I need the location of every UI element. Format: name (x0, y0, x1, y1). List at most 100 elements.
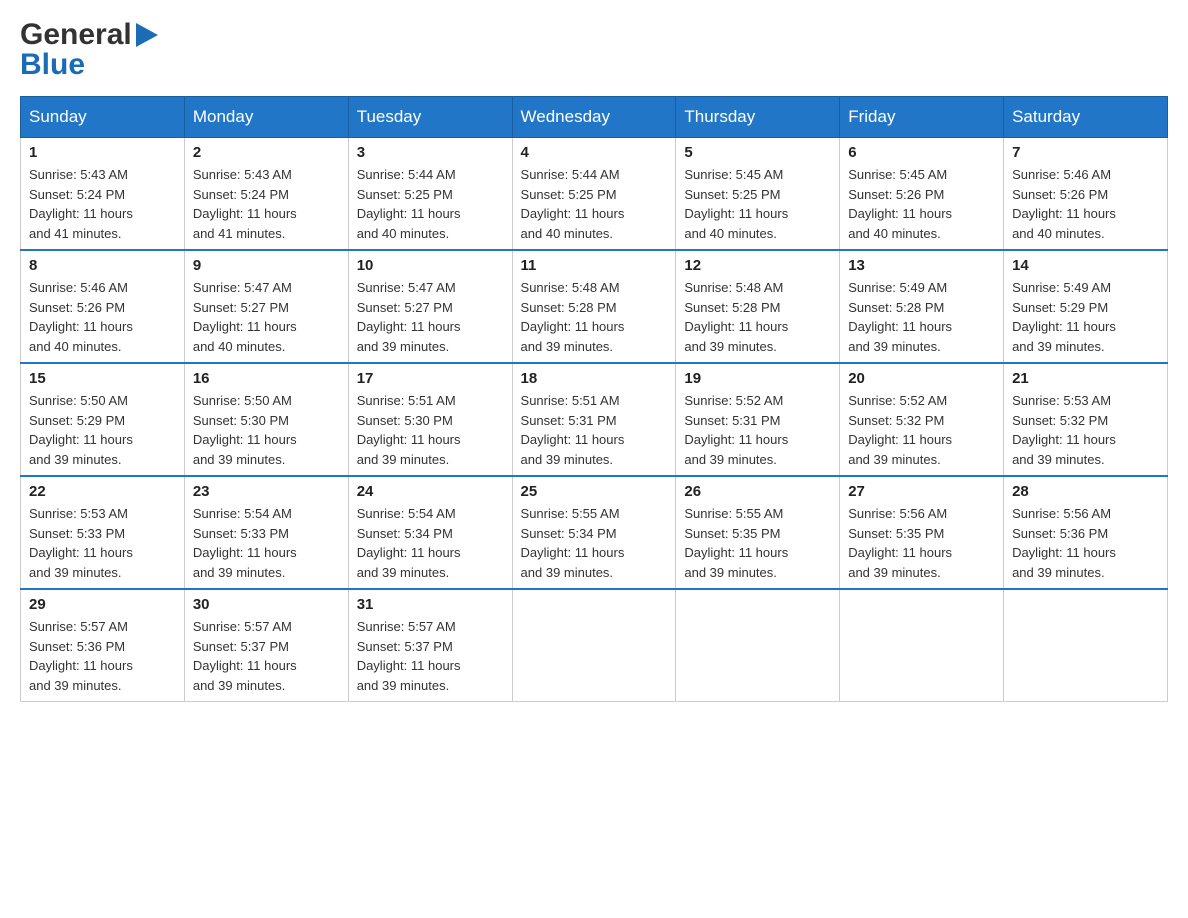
weekday-header-row: SundayMondayTuesdayWednesdayThursdayFrid… (21, 97, 1168, 138)
day-number: 10 (357, 257, 504, 274)
day-info: Sunrise: 5:49 AMSunset: 5:29 PMDaylight:… (1012, 278, 1159, 356)
day-info: Sunrise: 5:55 AMSunset: 5:34 PMDaylight:… (521, 504, 668, 582)
calendar-cell: 16Sunrise: 5:50 AMSunset: 5:30 PMDayligh… (184, 363, 348, 476)
weekday-header-tuesday: Tuesday (348, 97, 512, 138)
day-number: 23 (193, 483, 340, 500)
calendar-cell: 5 Sunrise: 5:45 AMSunset: 5:25 PMDaylight… (676, 138, 840, 251)
day-number: 26 (684, 483, 831, 500)
day-info: Sunrise: 5:57 AMSunset: 5:36 PMDaylight:… (29, 617, 176, 695)
day-info: Sunrise: 5:45 AMSunset: 5:25 PMDaylight:… (684, 165, 831, 243)
day-info: Sunrise: 5:51 AMSunset: 5:30 PMDaylight:… (357, 391, 504, 469)
calendar-cell: 30 Sunrise: 5:57 AMSunset: 5:37 PMDayligh… (184, 589, 348, 702)
day-number: 12 (684, 257, 831, 274)
day-number: 5 (684, 144, 831, 161)
day-number: 18 (521, 370, 668, 387)
page-header: General Blue (20, 20, 1168, 80)
calendar-cell: 23 Sunrise: 5:54 AMSunset: 5:33 PMDayligh… (184, 476, 348, 589)
weekday-header-sunday: Sunday (21, 97, 185, 138)
day-info: Sunrise: 5:53 AMSunset: 5:32 PMDaylight:… (1012, 391, 1159, 469)
calendar-cell: 2 Sunrise: 5:43 AMSunset: 5:24 PMDaylight… (184, 138, 348, 251)
day-info: Sunrise: 5:54 AMSunset: 5:33 PMDaylight:… (193, 504, 340, 582)
weekday-header-friday: Friday (840, 97, 1004, 138)
calendar-cell: 15 Sunrise: 5:50 AMSunset: 5:29 PMDayligh… (21, 363, 185, 476)
day-info: Sunrise: 5:47 AMSunset: 5:27 PMDaylight:… (193, 278, 340, 356)
day-info: Sunrise: 5:51 AMSunset: 5:31 PMDaylight:… (521, 391, 668, 469)
calendar-cell: 18 Sunrise: 5:51 AMSunset: 5:31 PMDayligh… (512, 363, 676, 476)
day-number: 15 (29, 370, 176, 387)
day-info: Sunrise: 5:46 AMSunset: 5:26 PMDaylight:… (1012, 165, 1159, 243)
calendar-cell: 20 Sunrise: 5:52 AMSunset: 5:32 PMDayligh… (840, 363, 1004, 476)
calendar-cell: 21 Sunrise: 5:53 AMSunset: 5:32 PMDayligh… (1004, 363, 1168, 476)
day-info: Sunrise: 5:49 AMSunset: 5:28 PMDaylight:… (848, 278, 995, 356)
day-number: 1 (29, 144, 176, 161)
calendar-cell (1004, 589, 1168, 702)
calendar-cell: 17Sunrise: 5:51 AMSunset: 5:30 PMDayligh… (348, 363, 512, 476)
day-number: 7 (1012, 144, 1159, 161)
day-number: 2 (193, 144, 340, 161)
calendar-cell (676, 589, 840, 702)
calendar-cell: 3 Sunrise: 5:44 AMSunset: 5:25 PMDaylight… (348, 138, 512, 251)
calendar-cell: 7 Sunrise: 5:46 AMSunset: 5:26 PMDaylight… (1004, 138, 1168, 251)
calendar-cell: 19Sunrise: 5:52 AMSunset: 5:31 PMDayligh… (676, 363, 840, 476)
calendar-cell: 9 Sunrise: 5:47 AMSunset: 5:27 PMDaylight… (184, 250, 348, 363)
day-info: Sunrise: 5:50 AMSunset: 5:30 PMDaylight:… (193, 391, 340, 469)
day-number: 22 (29, 483, 176, 500)
weekday-header-thursday: Thursday (676, 97, 840, 138)
day-info: Sunrise: 5:50 AMSunset: 5:29 PMDaylight:… (29, 391, 176, 469)
day-number: 4 (521, 144, 668, 161)
day-number: 30 (193, 596, 340, 613)
calendar-cell: 28Sunrise: 5:56 AMSunset: 5:36 PMDayligh… (1004, 476, 1168, 589)
calendar-cell: 12 Sunrise: 5:48 AMSunset: 5:28 PMDayligh… (676, 250, 840, 363)
day-number: 6 (848, 144, 995, 161)
day-info: Sunrise: 5:57 AMSunset: 5:37 PMDaylight:… (193, 617, 340, 695)
calendar-table: SundayMondayTuesdayWednesdayThursdayFrid… (20, 96, 1168, 702)
day-info: Sunrise: 5:52 AMSunset: 5:32 PMDaylight:… (848, 391, 995, 469)
day-number: 3 (357, 144, 504, 161)
day-number: 28 (1012, 483, 1159, 500)
calendar-week-row: 15 Sunrise: 5:50 AMSunset: 5:29 PMDayligh… (21, 363, 1168, 476)
calendar-week-row: 22Sunrise: 5:53 AMSunset: 5:33 PMDayligh… (21, 476, 1168, 589)
calendar-cell: 10 Sunrise: 5:47 AMSunset: 5:27 PMDayligh… (348, 250, 512, 363)
calendar-cell: 25Sunrise: 5:55 AMSunset: 5:34 PMDayligh… (512, 476, 676, 589)
day-info: Sunrise: 5:48 AMSunset: 5:28 PMDaylight:… (684, 278, 831, 356)
calendar-week-row: 8 Sunrise: 5:46 AMSunset: 5:26 PMDaylight… (21, 250, 1168, 363)
day-info: Sunrise: 5:47 AMSunset: 5:27 PMDaylight:… (357, 278, 504, 356)
calendar-cell: 27Sunrise: 5:56 AMSunset: 5:35 PMDayligh… (840, 476, 1004, 589)
day-number: 20 (848, 370, 995, 387)
day-info: Sunrise: 5:43 AMSunset: 5:24 PMDaylight:… (29, 165, 176, 243)
weekday-header-wednesday: Wednesday (512, 97, 676, 138)
calendar-cell: 14Sunrise: 5:49 AMSunset: 5:29 PMDayligh… (1004, 250, 1168, 363)
day-number: 8 (29, 257, 176, 274)
calendar-cell: 11 Sunrise: 5:48 AMSunset: 5:28 PMDayligh… (512, 250, 676, 363)
day-info: Sunrise: 5:44 AMSunset: 5:25 PMDaylight:… (357, 165, 504, 243)
calendar-cell: 29 Sunrise: 5:57 AMSunset: 5:36 PMDayligh… (21, 589, 185, 702)
day-info: Sunrise: 5:44 AMSunset: 5:25 PMDaylight:… (521, 165, 668, 243)
day-number: 24 (357, 483, 504, 500)
calendar-cell: 13 Sunrise: 5:49 AMSunset: 5:28 PMDayligh… (840, 250, 1004, 363)
calendar-cell: 24 Sunrise: 5:54 AMSunset: 5:34 PMDayligh… (348, 476, 512, 589)
calendar-cell: 8 Sunrise: 5:46 AMSunset: 5:26 PMDaylight… (21, 250, 185, 363)
day-number: 29 (29, 596, 176, 613)
day-info: Sunrise: 5:57 AMSunset: 5:37 PMDaylight:… (357, 617, 504, 695)
day-info: Sunrise: 5:43 AMSunset: 5:24 PMDaylight:… (193, 165, 340, 243)
calendar-cell: 4 Sunrise: 5:44 AMSunset: 5:25 PMDaylight… (512, 138, 676, 251)
day-info: Sunrise: 5:46 AMSunset: 5:26 PMDaylight:… (29, 278, 176, 356)
calendar-cell: 22Sunrise: 5:53 AMSunset: 5:33 PMDayligh… (21, 476, 185, 589)
logo: General Blue (20, 20, 158, 80)
day-number: 9 (193, 257, 340, 274)
day-info: Sunrise: 5:54 AMSunset: 5:34 PMDaylight:… (357, 504, 504, 582)
calendar-week-row: 1 Sunrise: 5:43 AMSunset: 5:24 PMDaylight… (21, 138, 1168, 251)
logo-triangle-icon (136, 23, 158, 47)
day-info: Sunrise: 5:56 AMSunset: 5:35 PMDaylight:… (848, 504, 995, 582)
day-info: Sunrise: 5:48 AMSunset: 5:28 PMDaylight:… (521, 278, 668, 356)
day-number: 21 (1012, 370, 1159, 387)
day-number: 13 (848, 257, 995, 274)
calendar-cell: 31Sunrise: 5:57 AMSunset: 5:37 PMDayligh… (348, 589, 512, 702)
day-info: Sunrise: 5:45 AMSunset: 5:26 PMDaylight:… (848, 165, 995, 243)
logo-general-text: General (20, 20, 132, 50)
calendar-cell: 1 Sunrise: 5:43 AMSunset: 5:24 PMDaylight… (21, 138, 185, 251)
day-number: 11 (521, 257, 668, 274)
calendar-cell (512, 589, 676, 702)
day-info: Sunrise: 5:55 AMSunset: 5:35 PMDaylight:… (684, 504, 831, 582)
calendar-cell (840, 589, 1004, 702)
